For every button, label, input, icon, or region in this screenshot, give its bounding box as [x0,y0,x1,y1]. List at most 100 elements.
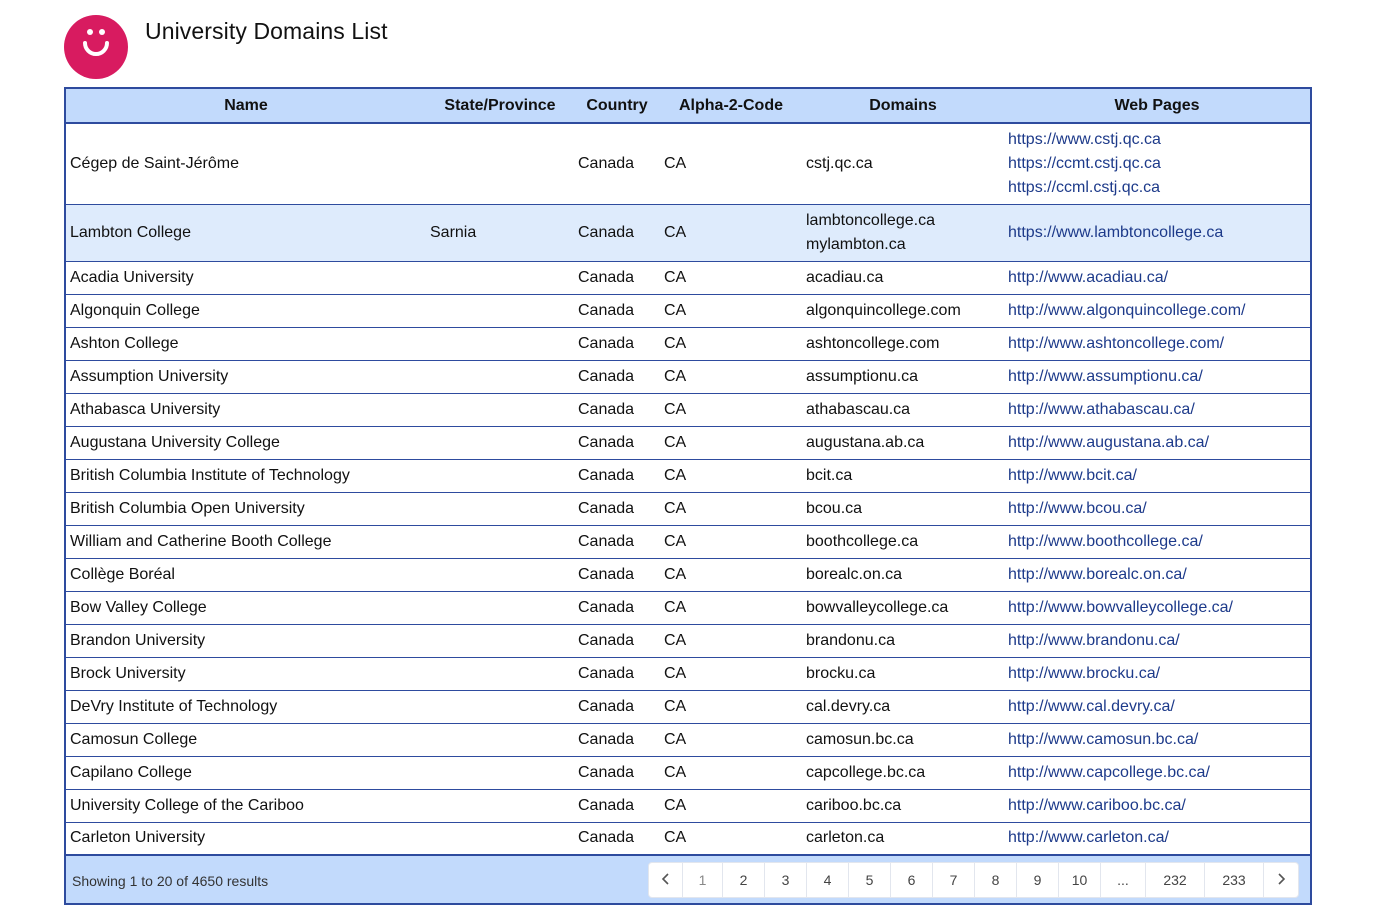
table-row[interactable]: British Columbia Open University Canada CA… [66,492,1310,526]
domain-text: athabascau.ca [806,400,911,418]
cell-state [426,756,574,790]
column-header-name[interactable]: Name [66,89,426,124]
column-header-web-pages[interactable]: Web Pages [1004,89,1310,124]
page-button-233[interactable]: 233 [1205,863,1264,897]
column-header-country[interactable]: Country [574,89,660,124]
cell-domains: lambtoncollege.ca mylambton.ca [802,204,1004,262]
page-button-3[interactable]: 3 [765,863,807,897]
cell-web-pages: http://www.boothcollege.ca/ [1004,525,1310,559]
web-page-link[interactable]: http://www.algonquincollege.com/ [1008,299,1310,323]
web-page-link[interactable]: http://www.capcollege.bc.ca/ [1008,761,1310,785]
web-page-link[interactable]: http://www.bowvalleycollege.ca/ [1008,596,1310,620]
table-row[interactable]: Acadia University Canada CA acadiau.ca http:… [66,261,1310,295]
table-row[interactable]: University College of the Cariboo Canada C… [66,789,1310,823]
cell-domains: algonquincollege.com [802,294,1004,328]
table-row[interactable]: Augustana University College Canada CA augu… [66,426,1310,460]
page-button-8[interactable]: 8 [975,863,1017,897]
web-page-link[interactable]: http://www.augustana.ab.ca/ [1008,431,1310,455]
cell-web-pages: http://www.brandonu.ca/ [1004,624,1310,658]
web-page-link[interactable]: http://www.borealc.on.ca/ [1008,563,1310,587]
web-page-link[interactable]: http://www.cariboo.bc.ca/ [1008,794,1310,818]
domain-text: cstj.qc.ca [806,154,873,172]
cell-domains: carleton.ca [802,822,1004,856]
cell-web-pages: http://www.borealc.on.ca/ [1004,558,1310,592]
table-row[interactable]: Capilano College Canada CA capcollege.bc.ca… [66,756,1310,790]
web-page-link[interactable]: http://www.ashtoncollege.com/ [1008,332,1310,356]
chevron-left-icon [661,873,669,885]
table-row[interactable]: Ashton College Canada CA ashtoncollege.com h… [66,327,1310,361]
cell-alpha-2-code: CA [660,294,802,328]
domain-text: cariboo.bc.ca [806,796,902,814]
page-button-232[interactable]: 232 [1146,863,1205,897]
table-row[interactable]: Cégep de Saint-Jérôme Canada CA cstj.qc.ca h… [66,123,1310,205]
table-row[interactable]: Bow Valley College Canada CA bowvalleycolle… [66,591,1310,625]
web-page-link[interactable]: http://www.cal.devry.ca/ [1008,695,1310,719]
web-page-link[interactable]: http://www.acadiau.ca/ [1008,266,1310,290]
prev-page-button[interactable] [649,863,683,897]
table-row[interactable]: Carleton University Canada CA carleton.ca ht… [66,822,1310,856]
table-row[interactable]: Brock University Canada CA brocku.ca http://… [66,657,1310,691]
next-page-button[interactable] [1264,863,1298,897]
table-row[interactable]: Camosun College Canada CA camosun.bc.ca http… [66,723,1310,757]
web-page-link[interactable]: http://www.boothcollege.ca/ [1008,530,1310,554]
table-row[interactable]: Athabasca University Canada CA athabascau.c… [66,393,1310,427]
cell-name: British Columbia Open University [66,492,426,526]
web-page-link[interactable]: http://www.bcou.ca/ [1008,497,1310,521]
web-page-link[interactable]: https://www.cstj.qc.ca [1008,128,1310,152]
page-button-10[interactable]: 10 [1059,863,1101,897]
page-button-2[interactable]: 2 [723,863,765,897]
cell-name: Carleton University [66,822,426,856]
cell-state [426,327,574,361]
web-page-link[interactable]: http://www.brocku.ca/ [1008,662,1310,686]
domain-text: bowvalleycollege.ca [806,598,949,616]
cell-web-pages: http://www.ashtoncollege.com/ [1004,327,1310,361]
cell-web-pages: http://www.athabascau.ca/ [1004,393,1310,427]
web-page-link[interactable]: https://www.lambtoncollege.ca [1008,221,1310,245]
web-page-link[interactable]: https://ccmt.cstj.qc.ca [1008,152,1310,176]
table-row[interactable]: William and Catherine Booth College Canad… [66,525,1310,559]
table-row[interactable]: Algonquin College Canada CA algonquincolleg… [66,294,1310,328]
cell-domains: borealc.on.ca [802,558,1004,592]
page-button-6[interactable]: 6 [891,863,933,897]
web-page-link[interactable]: http://www.carleton.ca/ [1008,826,1310,850]
column-header-code[interactable]: Alpha-2-Code [660,89,802,124]
cell-name: Lambton College [66,204,426,262]
web-page-link[interactable]: http://www.camosun.bc.ca/ [1008,728,1310,752]
page-button-9[interactable]: 9 [1017,863,1059,897]
cell-state [426,261,574,295]
cell-web-pages: http://www.cal.devry.ca/ [1004,690,1310,724]
cell-alpha-2-code: CA [660,822,802,856]
cell-state [426,393,574,427]
page-button-7[interactable]: 7 [933,863,975,897]
column-header-state[interactable]: State/Province [426,89,574,124]
cell-alpha-2-code: CA [660,261,802,295]
cell-alpha-2-code: CA [660,690,802,724]
table-row[interactable]: DeVry Institute of Technology Canada CA cal… [66,690,1310,724]
cell-web-pages: https://www.lambtoncollege.ca [1004,204,1310,262]
web-page-link[interactable]: http://www.brandonu.ca/ [1008,629,1310,653]
web-page-link[interactable]: http://www.assumptionu.ca/ [1008,365,1310,389]
cell-domains: bowvalleycollege.ca [802,591,1004,625]
page-button-4[interactable]: 4 [807,863,849,897]
domain-text: bcit.ca [806,466,853,484]
cell-web-pages: http://www.bcit.ca/ [1004,459,1310,493]
domain-text: bcou.ca [806,499,863,517]
table-header-row: Name State/Province Country Alpha-2-Code Dom… [66,89,1310,124]
cell-domains: augustana.ab.ca [802,426,1004,460]
table-row[interactable]: Assumption University Canada CA assumptionu… [66,360,1310,394]
column-header-domains[interactable]: Domains [802,89,1004,124]
cell-alpha-2-code: CA [660,123,802,205]
cell-domains: brocku.ca [802,657,1004,691]
domain-text: brandonu.ca [806,631,895,649]
table-row[interactable]: Lambton College Sarnia Canada CA lambtoncoll… [66,204,1310,262]
cell-web-pages: http://www.acadiau.ca/ [1004,261,1310,295]
page-button-5[interactable]: 5 [849,863,891,897]
page-button-1[interactable]: 1 [683,863,723,897]
web-page-link[interactable]: http://www.athabascau.ca/ [1008,398,1310,422]
table-row[interactable]: British Columbia Institute of Technology… [66,459,1310,493]
table-row[interactable]: Collège Boréal Canada CA borealc.on.ca http:… [66,558,1310,592]
web-page-link[interactable]: http://www.bcit.ca/ [1008,464,1310,488]
cell-alpha-2-code: CA [660,525,802,559]
web-page-link[interactable]: https://ccml.cstj.qc.ca [1008,176,1310,200]
table-row[interactable]: Brandon University Canada CA brandonu.ca htt… [66,624,1310,658]
